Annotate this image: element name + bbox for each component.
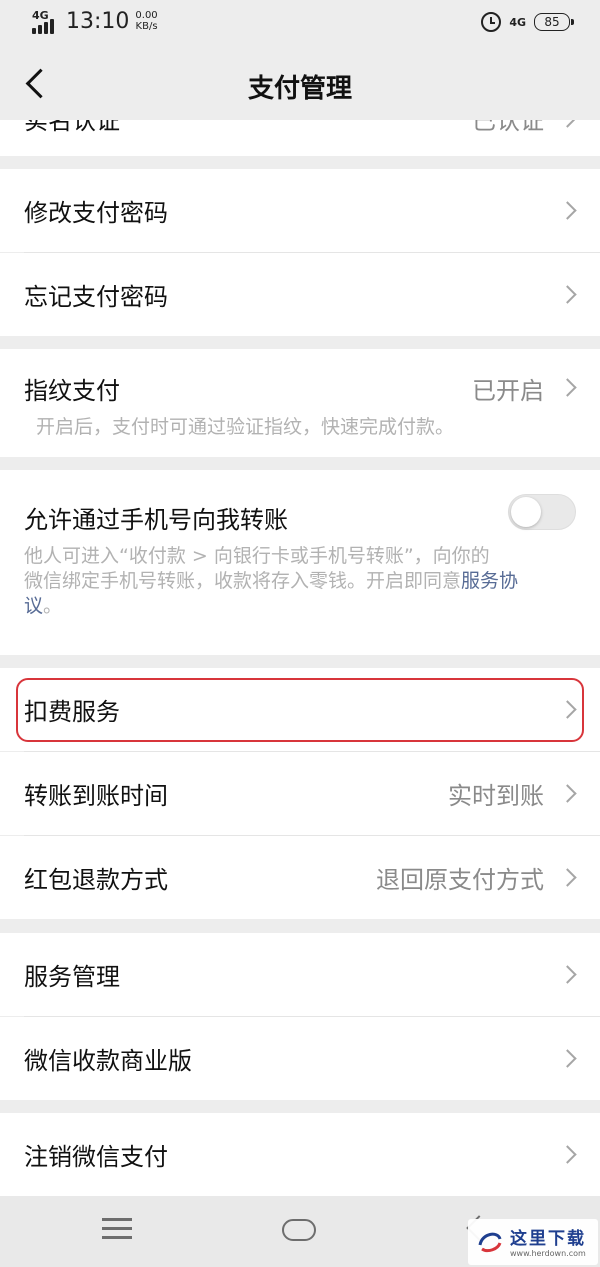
cancel-pay-label: 注销微信支付 xyxy=(24,1143,168,1171)
row-realname[interactable]: 实名认证 已认证 xyxy=(0,120,600,156)
forgot-password-label: 忘记支付密码 xyxy=(24,283,168,311)
phone-transfer-toggle[interactable] xyxy=(508,494,576,530)
transfer-time-label: 转账到账时间 xyxy=(24,782,168,810)
phone-transfer-label: 允许通过手机号向我转账 xyxy=(24,506,288,534)
divider xyxy=(24,835,600,836)
chevron-right-icon xyxy=(558,201,577,220)
chevron-right-icon xyxy=(558,1049,577,1068)
desc-line-1: 他人可进入“收付款 > 向银行卡或手机号转账”，向你的 xyxy=(24,545,490,567)
row-service-manage[interactable]: 服务管理 xyxy=(0,933,600,1016)
chevron-right-icon xyxy=(558,1145,577,1164)
row-transfer-time[interactable]: 转账到账时间 实时到账 xyxy=(0,752,600,835)
speed-unit: KB/s xyxy=(135,21,158,32)
service-agreement-link[interactable]: 服务协 xyxy=(461,570,518,592)
row-business-edition[interactable]: 微信收款商业版 xyxy=(0,1017,600,1100)
divider xyxy=(24,1016,600,1017)
business-edition-label: 微信收款商业版 xyxy=(24,1047,192,1075)
divider xyxy=(24,751,600,752)
page-title: 支付管理 xyxy=(247,74,352,104)
desc-line-3: 议。 xyxy=(24,594,584,619)
alarm-icon xyxy=(481,12,502,32)
deduct-service-label: 扣费服务 xyxy=(24,698,120,726)
signal-icon: 4G xyxy=(32,9,60,34)
speed-value: 0.00 xyxy=(135,10,158,21)
status-bar: 4G 13:10 0.00 KB/s 4G 85 xyxy=(0,0,600,46)
fingerprint-label: 指纹支付 xyxy=(24,377,120,405)
watermark-text: 这里下载 xyxy=(510,1229,586,1249)
divider xyxy=(24,252,600,253)
chevron-right-icon xyxy=(558,120,577,128)
desc-end: 。 xyxy=(43,595,63,617)
desc-line-2: 微信绑定手机号转账，收款将存入零钱。开启即同意服务协 xyxy=(24,569,584,594)
fingerprint-value: 已开启 xyxy=(472,377,544,405)
status-right: 4G 85 xyxy=(481,12,574,32)
watermark: 这里下载 www.herdown.com xyxy=(468,1219,598,1265)
network-speed: 0.00 KB/s xyxy=(135,10,157,32)
realname-label: 实名认证 xyxy=(24,120,120,135)
home-icon[interactable] xyxy=(282,1219,316,1241)
phone-transfer-desc: 他人可进入“收付款 > 向银行卡或手机号转账”，向你的 微信绑定手机号转账，收款… xyxy=(24,544,584,619)
chevron-right-icon xyxy=(558,965,577,984)
row-cancel-pay[interactable]: 注销微信支付 xyxy=(0,1113,600,1196)
row-fingerprint[interactable]: 指纹支付 已开启 开启后，支付时可通过验证指纹，快速完成付款。 xyxy=(0,349,600,457)
watermark-url: www.herdown.com xyxy=(510,1249,586,1258)
status-left: 4G 13:10 0.00 KB/s xyxy=(32,10,158,34)
chevron-right-icon xyxy=(558,784,577,803)
row-phone-transfer: 允许通过手机号向我转账 他人可进入“收付款 > 向银行卡或手机号转账”，向你的 … xyxy=(0,470,600,655)
desc-line-2-text: 微信绑定手机号转账，收款将存入零钱。开启即同意 xyxy=(24,570,462,592)
row-refund-method[interactable]: 红包退款方式 退回原支付方式 xyxy=(0,836,600,919)
settings-list[interactable]: 实名认证 已认证 修改支付密码 忘记支付密码 指纹支付 已开启 开启后，支付时可… xyxy=(0,120,600,1196)
chevron-right-icon xyxy=(558,868,577,887)
refund-method-value: 退回原支付方式 xyxy=(376,866,544,894)
realname-value: 已认证 xyxy=(472,120,544,135)
network-type: 4G xyxy=(32,9,49,22)
nav-bar: 支付管理 xyxy=(0,46,600,120)
transfer-time-value: 实时到账 xyxy=(448,782,544,810)
battery-level: 85 xyxy=(544,15,560,29)
row-deduct-service[interactable]: 扣费服务 xyxy=(0,668,600,751)
row-change-password[interactable]: 修改支付密码 xyxy=(0,169,600,252)
battery-icon: 85 xyxy=(534,13,574,31)
chevron-right-icon xyxy=(558,700,577,719)
service-agreement-link-cont[interactable]: 议 xyxy=(24,595,43,617)
toggle-knob xyxy=(511,497,541,527)
chevron-right-icon xyxy=(558,378,577,397)
change-password-label: 修改支付密码 xyxy=(24,199,168,227)
fingerprint-desc: 开启后，支付时可通过验证指纹，快速完成付款。 xyxy=(36,416,455,438)
refund-method-label: 红包退款方式 xyxy=(24,866,168,894)
row-forgot-password[interactable]: 忘记支付密码 xyxy=(0,253,600,336)
system-nav-bar: 这里下载 www.herdown.com xyxy=(0,1196,600,1267)
status-time: 13:10 xyxy=(66,9,130,34)
network-4g-icon: 4G xyxy=(509,15,526,29)
watermark-logo-icon xyxy=(478,1232,502,1253)
chevron-right-icon xyxy=(558,285,577,304)
menu-icon[interactable] xyxy=(102,1218,132,1240)
service-manage-label: 服务管理 xyxy=(24,963,120,991)
